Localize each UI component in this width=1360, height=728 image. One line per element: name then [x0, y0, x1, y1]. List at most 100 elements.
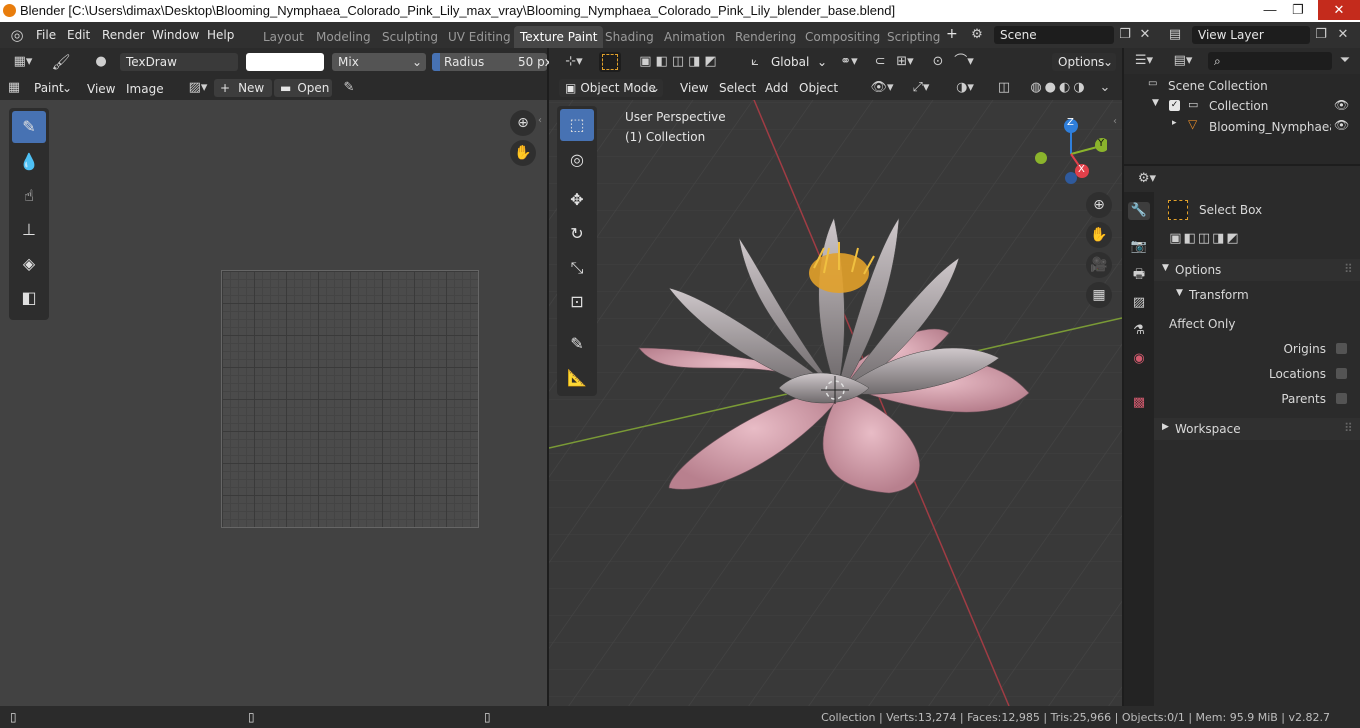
fill-tool-icon[interactable]: ◈ — [12, 248, 46, 280]
delete-scene-icon[interactable]: ✕ — [1136, 26, 1154, 44]
outliner-editor-type-icon[interactable]: ☰▾ — [1130, 52, 1158, 70]
menu-help[interactable]: Help — [207, 28, 234, 42]
menu-window[interactable]: Window — [152, 28, 199, 42]
close-button[interactable]: ✕ — [1318, 0, 1360, 20]
collection-checkbox[interactable]: ✓ — [1169, 100, 1180, 111]
pivot-point-icon[interactable]: ⚭▾ — [835, 53, 863, 71]
3d-viewport[interactable]: Z Y X ⊕ ✋ 🎥 ▦ ‹ ‹ User Perspective (1) C… — [549, 48, 1122, 706]
object-visibility-eye-icon[interactable]: 👁 — [1334, 118, 1349, 132]
viewport-pan-hand-icon[interactable]: ✋ — [1086, 222, 1112, 248]
tool-tab-icon[interactable]: 🔧 — [1128, 202, 1150, 220]
blend-mode-select[interactable]: Mix ⌄ — [332, 53, 426, 71]
world-tab-icon[interactable]: ◉ — [1128, 350, 1150, 368]
ortho-grid-icon[interactable]: ▦ — [1086, 282, 1112, 308]
new-view-layer-icon[interactable]: ❐ — [1312, 26, 1330, 44]
editor-type-icon[interactable]: ▦▾ — [8, 53, 38, 71]
brush-icon[interactable]: 🖌 — [50, 53, 72, 71]
shading-options-icon[interactable]: ⌄ — [1097, 79, 1113, 97]
output-tab-icon[interactable]: 🖶 — [1128, 266, 1150, 284]
select-box-tool-icon[interactable]: ⬚ — [560, 109, 594, 141]
tab-uv-editing[interactable]: UV Editing — [442, 26, 517, 48]
image-editor-canvas[interactable]: ✎ 💧 ☝ ⊥ ◈ ◧ ⊕ ✋ ‹ — [0, 100, 547, 706]
snap-target-icon[interactable]: ⊞▾ — [891, 53, 919, 71]
viewport-zoom-icon[interactable]: ⊕ — [1086, 192, 1112, 218]
proportional-edit-icon[interactable]: ⊙ — [929, 53, 947, 71]
viewport-menu-view[interactable]: View — [680, 81, 708, 95]
shading-mode-icons[interactable]: ◍●◐◑ — [1019, 79, 1099, 97]
tab-texture-paint[interactable]: Texture Paint — [514, 26, 604, 48]
scene-field[interactable]: Scene — [994, 26, 1114, 44]
tab-sculpting[interactable]: Sculpting — [376, 26, 444, 48]
outliner-scene-collection[interactable]: Scene Collection — [1168, 79, 1268, 93]
snap-icon[interactable]: ⊂ — [871, 53, 889, 71]
drag-handle-icon[interactable]: ⠿ — [1344, 262, 1353, 276]
tab-compositing[interactable]: Compositing — [799, 26, 886, 48]
scale-tool-icon[interactable]: ⤡ — [560, 252, 594, 284]
tab-modeling[interactable]: Modeling — [310, 26, 377, 48]
radius-slider[interactable]: Radius 50 px — [432, 53, 552, 71]
viewport-sidebar-toggle-icon[interactable]: ‹ — [1113, 116, 1117, 127]
parents-checkbox[interactable] — [1336, 393, 1347, 404]
display-mode-icon[interactable]: ▤▾ — [1168, 52, 1198, 70]
menu-edit[interactable]: Edit — [67, 28, 90, 42]
properties-editor-type-icon[interactable]: ⚙▾ — [1132, 170, 1162, 188]
soften-tool-icon[interactable]: 💧 — [12, 146, 46, 178]
clone-tool-icon[interactable]: ⊥ — [12, 214, 46, 246]
zoom-icon[interactable]: ⊕ — [510, 110, 536, 136]
menu-render[interactable]: Render — [102, 28, 145, 42]
view-layer-tab-icon[interactable]: ▨ — [1128, 294, 1150, 312]
image-menu-image[interactable]: Image — [126, 82, 164, 96]
transform-subsection-header[interactable]: ▼ Transform — [1154, 284, 1360, 306]
tab-animation[interactable]: Animation — [658, 26, 731, 48]
pin-icon[interactable]: ✎ — [340, 79, 358, 97]
pan-hand-icon[interactable]: ✋ — [510, 140, 536, 166]
expand-arrow-icon[interactable]: ▼ — [1152, 98, 1159, 108]
expand-arrow-icon[interactable]: ▸ — [1172, 118, 1177, 128]
navigation-gizmo[interactable]: Z Y X — [1027, 114, 1109, 190]
new-image-button[interactable]: + New — [214, 79, 272, 97]
add-workspace-button[interactable]: + — [946, 26, 958, 42]
viewport-menu-add[interactable]: Add — [765, 81, 788, 95]
viewport-editor-type-icon[interactable]: ⊹▾ — [559, 53, 589, 71]
object-mode-select[interactable]: ▣ Object Mode ⌄ — [559, 79, 663, 97]
view-layer-icon[interactable]: ▤ — [1164, 26, 1186, 44]
paint-mode-select[interactable]: Paint ⌄ — [26, 79, 74, 97]
outliner-collection[interactable]: Collection — [1209, 99, 1268, 113]
outliner-object[interactable]: Blooming_Nymphaea_Co — [1209, 120, 1331, 134]
active-tool-icon[interactable] — [599, 52, 621, 72]
gizmo-toggle-icon[interactable]: ⤢▾ — [903, 79, 939, 97]
render-tab-icon[interactable]: 📷 — [1128, 238, 1150, 256]
tab-scripting[interactable]: Scripting — [881, 26, 946, 48]
move-tool-icon[interactable]: ✥ — [560, 184, 594, 216]
sidebar-toggle-icon[interactable]: ‹ — [538, 115, 542, 126]
locations-checkbox[interactable] — [1336, 368, 1347, 379]
tab-layout[interactable]: Layout — [257, 26, 310, 48]
image-menu-view[interactable]: View — [87, 82, 115, 96]
options-section-header[interactable]: ▼ Options ⠿ — [1154, 259, 1360, 281]
mask-tool-icon[interactable]: ◧ — [12, 282, 46, 314]
menu-file[interactable]: File — [36, 28, 56, 42]
workspace-section-header[interactable]: ▶ Workspace ⠿ — [1154, 418, 1360, 440]
transform-orientation-select[interactable]: Global ⌄ — [765, 53, 829, 71]
measure-tool-icon[interactable]: 📐 — [560, 362, 594, 394]
origins-checkbox[interactable] — [1336, 343, 1347, 354]
brush-preview-icon[interactable]: ● — [92, 53, 110, 71]
transform-tool-icon[interactable]: ⊡ — [560, 286, 594, 318]
falloff-icon[interactable]: ⌒▾ — [951, 53, 977, 71]
brush-color-swatch[interactable] — [246, 53, 324, 71]
smear-tool-icon[interactable]: ☝ — [12, 180, 46, 212]
drag-handle-icon[interactable]: ⠿ — [1344, 421, 1353, 435]
outliner-search-input[interactable]: ⌕ — [1208, 52, 1332, 70]
cursor-tool-icon[interactable]: ◎ — [560, 144, 594, 176]
texture-tab-icon[interactable]: ▩ — [1128, 394, 1150, 412]
scene-selector-icon[interactable]: ⚙ — [966, 26, 988, 44]
overlay-toggle-icon[interactable]: ◑▾ — [947, 79, 983, 97]
open-image-button[interactable]: ▬ Open — [274, 79, 332, 97]
filter-icon[interactable]: ⏷ — [1336, 52, 1354, 70]
view-layer-field[interactable]: View Layer — [1192, 26, 1310, 44]
selection-mode-icons[interactable]: ▣◧◫◨◩ — [635, 53, 725, 71]
blender-menu-icon[interactable]: ◎ — [8, 26, 26, 44]
new-scene-icon[interactable]: ❐ — [1116, 26, 1134, 44]
rotate-tool-icon[interactable]: ↻ — [560, 218, 594, 250]
delete-view-layer-icon[interactable]: ✕ — [1334, 26, 1352, 44]
